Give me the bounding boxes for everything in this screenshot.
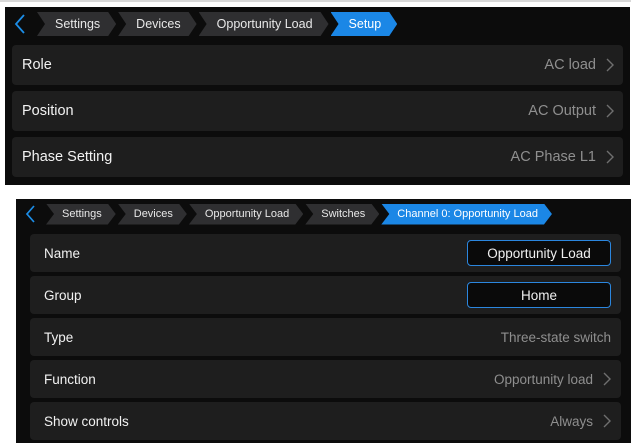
breadcrumb-switches[interactable]: Switches xyxy=(305,204,379,225)
breadcrumb-settings[interactable]: Settings xyxy=(37,12,116,36)
breadcrumb-devices[interactable]: Devices xyxy=(118,204,187,225)
position-label: Position xyxy=(22,103,74,119)
show-controls-value: Always xyxy=(550,413,593,429)
breadcrumb-setup[interactable]: Setup xyxy=(331,12,398,36)
window-top-border xyxy=(0,0,631,2)
role-value: AC load xyxy=(544,57,596,73)
type-row: Type Three-state switch xyxy=(30,318,621,356)
function-label: Function xyxy=(44,371,96,387)
name-row: Name Opportunity Load xyxy=(30,234,621,272)
phase-setting-row[interactable]: Phase Setting AC Phase L1 xyxy=(12,137,623,177)
chevron-right-icon xyxy=(606,58,614,72)
chevron-right-icon xyxy=(603,414,611,428)
name-label: Name xyxy=(44,245,81,261)
function-row[interactable]: Function Opportunity load xyxy=(30,360,621,398)
group-row: Group Home xyxy=(30,276,621,314)
name-field[interactable]: Opportunity Load xyxy=(467,240,611,266)
type-label: Type xyxy=(44,329,74,345)
position-value: AC Output xyxy=(528,103,596,119)
back-button[interactable] xyxy=(5,7,35,41)
channel-panel: Settings Devices Opportunity Load Switch… xyxy=(16,199,631,443)
breadcrumb-settings[interactable]: Settings xyxy=(46,204,116,225)
group-label: Group xyxy=(44,287,82,303)
chevron-right-icon xyxy=(603,372,611,386)
role-label: Role xyxy=(22,57,52,73)
role-row[interactable]: Role AC load xyxy=(12,45,623,85)
breadcrumb: Settings Devices Opportunity Load Switch… xyxy=(16,199,552,229)
breadcrumb: Settings Devices Opportunity Load Setup xyxy=(5,7,397,41)
show-controls-label: Show controls xyxy=(44,413,129,429)
breadcrumb-opportunity-load[interactable]: Opportunity Load xyxy=(189,204,303,225)
setup-panel: Settings Devices Opportunity Load Setup … xyxy=(5,7,630,185)
back-button[interactable] xyxy=(16,199,44,229)
phase-setting-value: AC Phase L1 xyxy=(510,149,596,165)
breadcrumb-devices[interactable]: Devices xyxy=(118,12,196,36)
chevron-right-icon xyxy=(606,104,614,118)
type-value: Three-state switch xyxy=(500,329,611,345)
group-field[interactable]: Home xyxy=(467,282,611,308)
breadcrumb-opportunity-load[interactable]: Opportunity Load xyxy=(199,12,329,36)
chevron-right-icon xyxy=(606,150,614,164)
chevron-left-icon xyxy=(14,13,26,35)
position-row[interactable]: Position AC Output xyxy=(12,91,623,131)
chevron-left-icon xyxy=(25,204,36,224)
phase-setting-label: Phase Setting xyxy=(22,149,113,165)
breadcrumb-channel-0[interactable]: Channel 0: Opportunity Load xyxy=(381,204,552,225)
function-value: Opportunity load xyxy=(493,371,593,387)
show-controls-row[interactable]: Show controls Always xyxy=(30,402,621,440)
